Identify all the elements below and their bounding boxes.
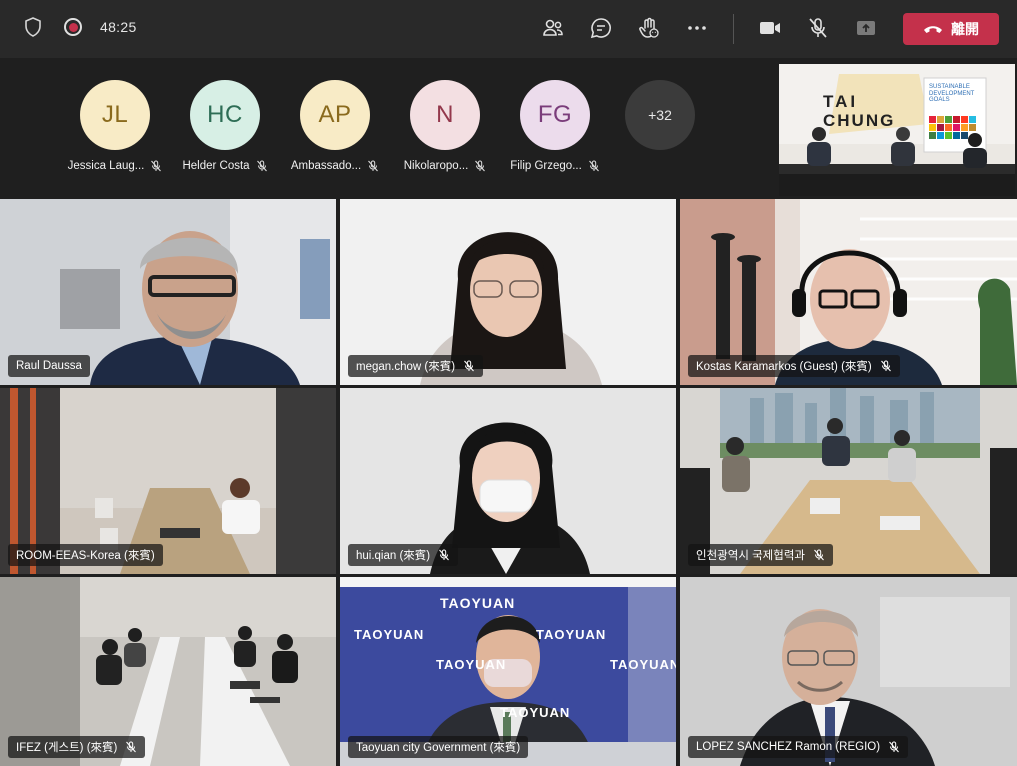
share-icon <box>857 21 875 35</box>
shield-icon <box>25 17 41 37</box>
more-participants-button[interactable]: +32 <box>625 80 695 150</box>
mic-off-icon <box>475 160 486 172</box>
mic-off-icon <box>151 160 162 172</box>
roster-participant[interactable]: HC Helder Costa <box>170 80 280 172</box>
participant-name-label: megan.chow (來賓) <box>348 355 484 377</box>
raise-hand-button[interactable] <box>637 16 661 40</box>
video-tile-hui-qian[interactable]: hui.qian (來賓) <box>340 388 676 574</box>
roster-name: Helder Costa <box>182 160 250 172</box>
pip-sign-text: TAI <box>823 92 859 111</box>
toolbar-left-group: 48:25 <box>24 17 137 37</box>
banner-text: TAOYUAN <box>440 595 516 611</box>
roster-participant[interactable]: FG Filip Grzego... <box>500 80 610 172</box>
participant-name-label: Raul Daussa <box>8 355 90 377</box>
camera-button[interactable] <box>758 16 782 40</box>
participant-name: IFEZ (게스트) (來賓) <box>16 742 118 754</box>
avatar: JL <box>80 80 150 150</box>
banner-text: TAOYUAN <box>500 705 571 720</box>
participant-name-label: hui.qian (來賓) <box>348 544 459 566</box>
meeting-timer: 48:25 <box>100 19 137 35</box>
mic-off-icon <box>439 549 450 561</box>
pip-sign-text: CHUNG <box>823 111 896 130</box>
banner-text: TAOYUAN <box>354 627 425 642</box>
participant-name-label: Kostas Karamarkos (Guest) (來賓) <box>688 355 900 377</box>
avatar: N <box>410 80 480 150</box>
roster-participant[interactable]: JL Jessica Laug... <box>60 80 170 172</box>
participant-name: Kostas Karamarkos (Guest) (來賓) <box>696 361 872 373</box>
more-actions-button[interactable] <box>685 16 709 40</box>
participant-name-label: 인천광역시 국제협력과 <box>688 544 833 566</box>
microphone-button[interactable] <box>806 16 830 40</box>
mic-off-icon <box>880 360 891 372</box>
mic-off-icon <box>126 741 137 753</box>
participant-name: LOPEZ SANCHEZ Ramon (REGIO) <box>696 741 881 753</box>
mic-off-icon <box>814 549 824 561</box>
banner-text: TAOYUAN <box>610 657 676 672</box>
chat-button[interactable] <box>589 16 613 40</box>
toolbar-divider <box>733 14 734 44</box>
banner-text: TAOYUAN <box>436 657 507 672</box>
roster-name: Jessica Laug... <box>67 160 145 172</box>
phone-hangup-icon <box>924 26 942 33</box>
roster-participant[interactable]: AP Ambassado... <box>280 80 390 172</box>
video-tile-lopez-sanchez[interactable]: LOPEZ SANCHEZ Ramon (REGIO) <box>680 577 1017 766</box>
participant-name-label: IFEZ (게스트) (來賓) <box>8 736 146 758</box>
video-tile-kostas-karamarkos[interactable]: Kostas Karamarkos (Guest) (來賓) <box>680 199 1017 385</box>
mic-off-icon <box>368 160 379 172</box>
pip-sdg-text: SUSTAINABLE DEVELOPMENT GOALS <box>929 84 975 104</box>
participant-name-label: LOPEZ SANCHEZ Ramon (REGIO) <box>688 736 909 758</box>
roster-name: Ambassado... <box>290 160 362 172</box>
room-video-pip[interactable]: TAI CHUNG SUSTAINABLE DEVELOPMENT GOALS <box>779 64 1015 196</box>
video-tile-room-eeas-korea[interactable]: ROOM-EEAS-Korea (來賓) <box>0 388 336 574</box>
leave-button[interactable]: 離開 <box>903 13 999 45</box>
mic-off-icon <box>889 741 899 753</box>
people-icon <box>543 19 563 36</box>
recording-icon <box>64 18 82 36</box>
participant-name-label: Taoyuan city Government (來賓) <box>348 736 529 758</box>
share-button[interactable] <box>854 16 878 40</box>
participant-name: Raul Daussa <box>16 360 82 372</box>
mic-off-icon <box>256 160 267 172</box>
participant-name: ROOM-EEAS-Korea (來賓) <box>16 550 155 562</box>
avatar: FG <box>520 80 590 150</box>
participant-name: megan.chow (來賓) <box>356 361 456 373</box>
participant-name: 인천광역시 국제협력과 <box>696 550 805 562</box>
video-tile-raul-daussa[interactable]: Raul Daussa <box>0 199 336 385</box>
meeting-toolbar: 48:25 離開 <box>0 0 1017 58</box>
roster-name: Filip Grzego... <box>510 160 582 172</box>
mic-off-icon <box>464 360 474 372</box>
video-tile-ifez[interactable]: IFEZ (게스트) (來賓) <box>0 577 336 766</box>
raise-hand-icon <box>639 17 659 38</box>
avatar: HC <box>190 80 260 150</box>
participant-name-label: ROOM-EEAS-Korea (來賓) <box>8 544 163 566</box>
roster-participant[interactable]: N Nikolaropo... <box>390 80 500 172</box>
mic-off-icon <box>809 18 827 38</box>
avatar: AP <box>300 80 370 150</box>
participant-name: Taoyuan city Government (來賓) <box>356 742 521 754</box>
people-button[interactable] <box>541 16 565 40</box>
participant-name: hui.qian (來賓) <box>356 550 431 562</box>
video-tile-incheon[interactable]: 인천광역시 국제협력과 <box>680 388 1017 574</box>
roster-name: Nikolaropo... <box>403 160 469 172</box>
video-tile-megan-chow[interactable]: megan.chow (來賓) <box>340 199 676 385</box>
video-tile-taoyuan[interactable]: TAOYUAN TAOYUAN TAOYUAN TAOYUAN TAOYUAN … <box>340 577 676 766</box>
chat-icon <box>590 18 611 39</box>
mic-off-icon <box>588 160 599 172</box>
meeting-stage: JL Jessica Laug... HC Helder Costa AP Am… <box>0 58 1017 766</box>
banner-text: TAOYUAN <box>536 627 607 642</box>
more-icon <box>688 26 706 30</box>
camera-icon <box>760 22 780 34</box>
leave-label: 離開 <box>951 21 979 37</box>
